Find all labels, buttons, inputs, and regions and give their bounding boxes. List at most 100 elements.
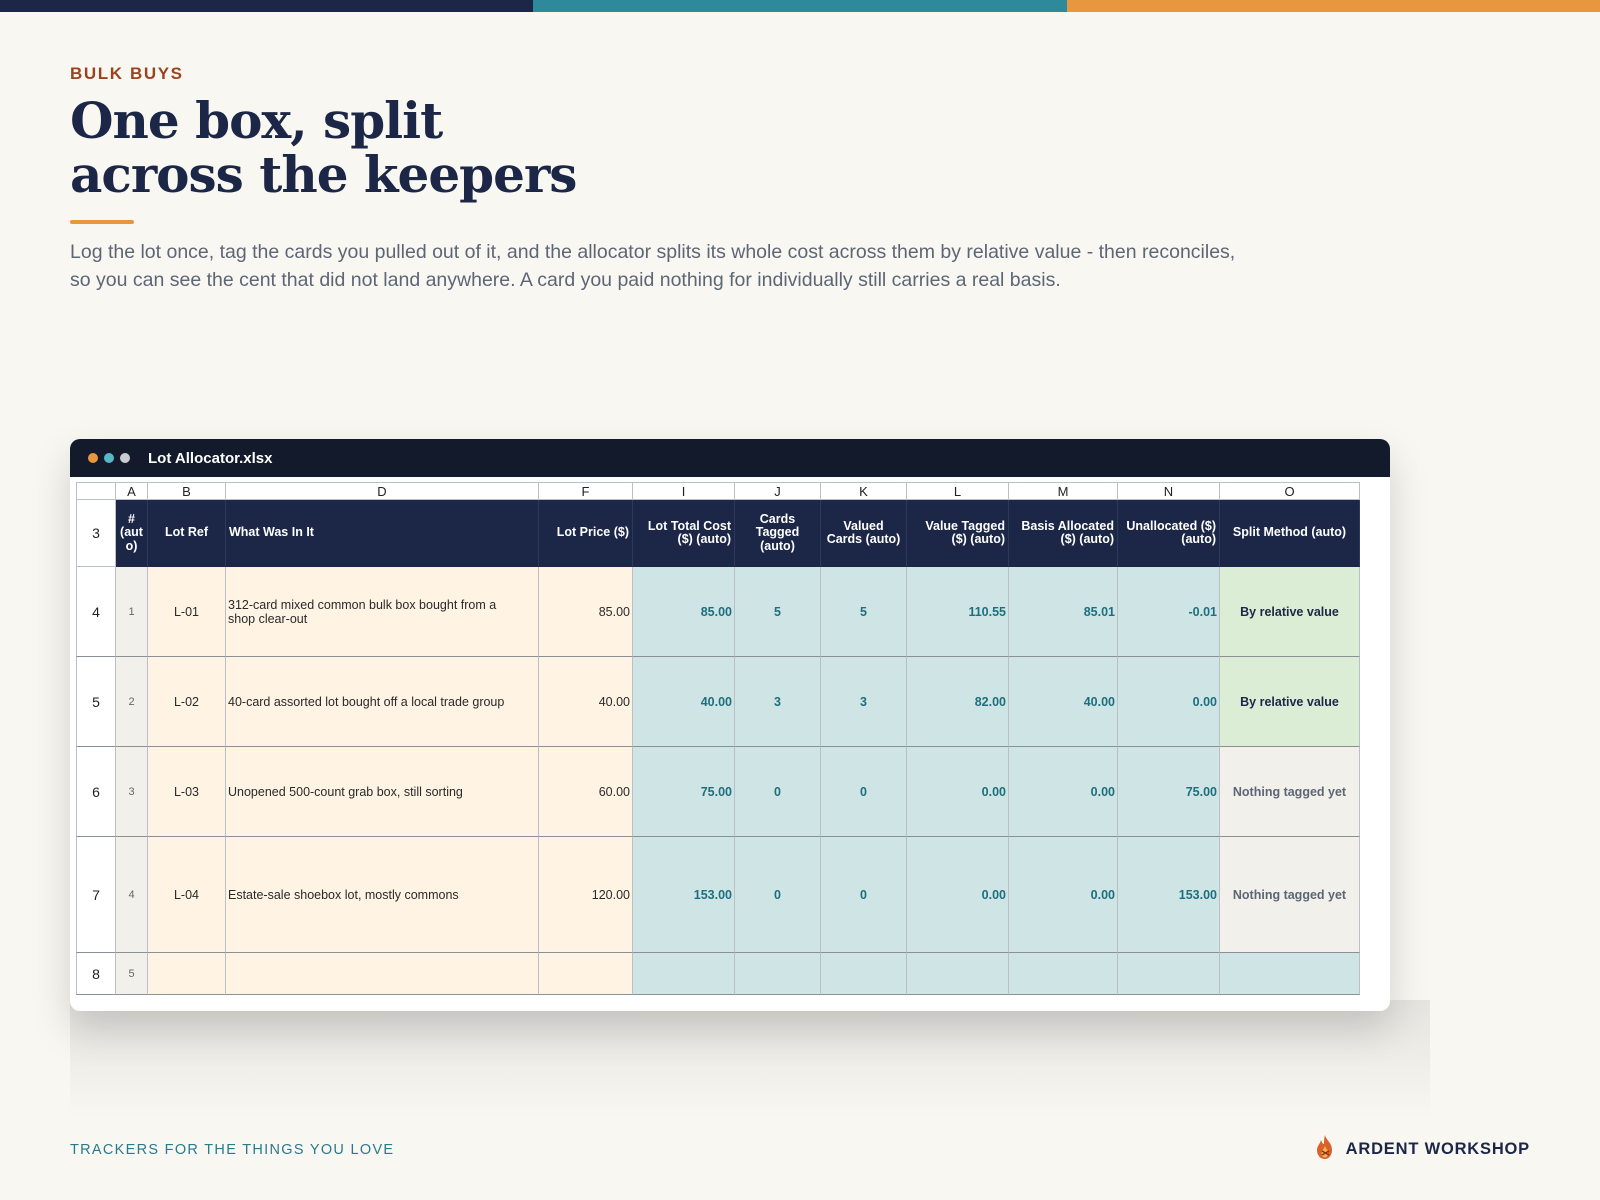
index-cell[interactable]: 1 — [116, 567, 148, 657]
basis-allocated-cell[interactable]: 40.00 — [1009, 657, 1118, 747]
row-number[interactable]: 5 — [76, 657, 116, 747]
valued-cards-cell[interactable]: 3 — [821, 657, 907, 747]
window-dot-orange[interactable] — [88, 453, 98, 463]
header-value-tagged[interactable]: Value Tagged ($) (auto) — [907, 500, 1009, 567]
split-method-cell[interactable]: Nothing tagged yet — [1220, 747, 1360, 837]
column-letter-a[interactable]: A — [116, 482, 148, 500]
column-letter-l[interactable]: L — [907, 482, 1009, 500]
index-cell[interactable]: 5 — [116, 953, 148, 995]
unallocated-cell[interactable]: -0.01 — [1118, 567, 1220, 657]
lot-ref-cell[interactable]: L-02 — [148, 657, 226, 747]
lot-price-cell[interactable] — [539, 953, 633, 995]
header-valued-cards[interactable]: Valued Cards (auto) — [821, 500, 907, 567]
column-letter-i[interactable]: I — [633, 482, 735, 500]
header-lot-ref[interactable]: Lot Ref — [148, 500, 226, 567]
description-cell[interactable]: 312-card mixed common bulk box bought fr… — [226, 567, 539, 657]
column-letter-f[interactable]: F — [539, 482, 633, 500]
column-letter-j[interactable]: J — [735, 482, 821, 500]
cards-tagged-cell[interactable]: 3 — [735, 657, 821, 747]
lot-total-cost-cell[interactable]: 153.00 — [633, 837, 735, 953]
column-letter-k[interactable]: K — [821, 482, 907, 500]
table-row: 5 2 L-02 40-card assorted lot bought off a … — [76, 657, 1384, 747]
valued-cards-cell[interactable] — [821, 953, 907, 995]
footer-brand: ARDENT WORKSHOP — [1314, 1134, 1530, 1165]
index-cell[interactable]: 3 — [116, 747, 148, 837]
brand-name: ARDENT WORKSHOP — [1345, 1140, 1530, 1158]
lot-price-cell[interactable]: 60.00 — [539, 747, 633, 837]
title-line-2: across the keepers — [70, 145, 577, 204]
lot-price-cell[interactable]: 85.00 — [539, 567, 633, 657]
index-cell[interactable]: 2 — [116, 657, 148, 747]
valued-cards-cell[interactable]: 5 — [821, 567, 907, 657]
cards-tagged-cell[interactable] — [735, 953, 821, 995]
description-cell[interactable] — [226, 953, 539, 995]
title-line-1: One box, split — [70, 91, 443, 150]
cards-tagged-cell[interactable]: 5 — [735, 567, 821, 657]
unallocated-cell[interactable]: 153.00 — [1118, 837, 1220, 953]
row-number[interactable]: 8 — [76, 953, 116, 995]
window-dot-teal[interactable] — [104, 453, 114, 463]
lot-ref-cell[interactable]: L-03 — [148, 747, 226, 837]
lot-ref-cell[interactable]: L-04 — [148, 837, 226, 953]
value-tagged-cell[interactable]: 0.00 — [907, 747, 1009, 837]
description-cell[interactable]: Estate-sale shoebox lot, mostly commons — [226, 837, 539, 953]
value-tagged-cell[interactable]: 0.00 — [907, 837, 1009, 953]
window-dot-grey[interactable] — [120, 453, 130, 463]
row-number[interactable]: 7 — [76, 837, 116, 953]
basis-allocated-cell[interactable]: 0.00 — [1009, 837, 1118, 953]
lot-price-cell[interactable]: 40.00 — [539, 657, 633, 747]
row-number[interactable]: 6 — [76, 747, 116, 837]
description-cell[interactable]: 40-card assorted lot bought off a local … — [226, 657, 539, 747]
header-lot-price[interactable]: Lot Price ($) — [539, 500, 633, 567]
description-cell[interactable]: Unopened 500-count grab box, still sorti… — [226, 747, 539, 837]
accent-bar-teal — [533, 0, 1067, 12]
header-lot-total-cost[interactable]: Lot Total Cost ($) (auto) — [633, 500, 735, 567]
split-method-cell[interactable]: Nothing tagged yet — [1220, 837, 1360, 953]
split-method-cell[interactable]: By relative value — [1220, 567, 1360, 657]
column-letter-d[interactable]: D — [226, 482, 539, 500]
column-letter-n[interactable]: N — [1118, 482, 1220, 500]
table-row: 7 4 L-04 Estate-sale shoebox lot, mostly co… — [76, 837, 1384, 953]
header-index[interactable]: # (aut o) — [116, 500, 148, 567]
lead-paragraph: Log the lot once, tag the cards you pull… — [70, 241, 1236, 291]
table-row: 85 — [76, 953, 1384, 995]
corner-cell[interactable] — [76, 482, 116, 500]
value-tagged-cell[interactable] — [907, 953, 1009, 995]
header-split-method[interactable]: Split Method (auto) — [1220, 500, 1360, 567]
column-letter-b[interactable]: B — [148, 482, 226, 500]
column-letter-row: ABDFIJKLMNO — [76, 482, 1384, 500]
unallocated-cell[interactable] — [1118, 953, 1220, 995]
header-what-was-in-it[interactable]: What Was In It — [226, 500, 539, 567]
basis-allocated-cell[interactable] — [1009, 953, 1118, 995]
unallocated-cell[interactable]: 75.00 — [1118, 747, 1220, 837]
cards-tagged-cell[interactable]: 0 — [735, 837, 821, 953]
header-row: 3 # (aut o) Lot Ref What Was In It Lot Price… — [76, 500, 1384, 567]
lot-total-cost-cell[interactable]: 85.00 — [633, 567, 735, 657]
cards-tagged-cell[interactable]: 0 — [735, 747, 821, 837]
lot-total-cost-cell[interactable]: 75.00 — [633, 747, 735, 837]
column-letter-m[interactable]: M — [1009, 482, 1118, 500]
split-method-cell[interactable]: By relative value — [1220, 657, 1360, 747]
lot-total-cost-cell[interactable] — [633, 953, 735, 995]
unallocated-cell[interactable]: 0.00 — [1118, 657, 1220, 747]
column-letter-o[interactable]: O — [1220, 482, 1360, 500]
value-tagged-cell[interactable]: 82.00 — [907, 657, 1009, 747]
spreadsheet-window: Lot Allocator.xlsx A B D F I J K L M N O 3 # (aut o)… — [70, 439, 1390, 1011]
row-number[interactable]: 4 — [76, 567, 116, 657]
valued-cards-cell[interactable]: 0 — [821, 837, 907, 953]
index-cell[interactable]: 4 — [116, 837, 148, 953]
lot-total-cost-cell[interactable]: 40.00 — [633, 657, 735, 747]
basis-allocated-cell[interactable]: 85.01 — [1009, 567, 1118, 657]
lot-price-cell[interactable]: 120.00 — [539, 837, 633, 953]
header-cards-tagged[interactable]: Cards Tagged (auto) — [735, 500, 821, 567]
valued-cards-cell[interactable]: 0 — [821, 747, 907, 837]
value-tagged-cell[interactable]: 110.55 — [907, 567, 1009, 657]
header-basis-allocated[interactable]: Basis Allocated ($) (auto) — [1009, 500, 1118, 567]
basis-allocated-cell[interactable]: 0.00 — [1009, 747, 1118, 837]
split-method-cell[interactable] — [1220, 953, 1360, 995]
accent-bar-orange — [1066, 0, 1600, 12]
lot-ref-cell[interactable]: L-01 — [148, 567, 226, 657]
row-number[interactable]: 3 — [76, 500, 116, 567]
lot-ref-cell[interactable] — [148, 953, 226, 995]
header-unallocated[interactable]: Unallocated ($) (auto) — [1118, 500, 1220, 567]
